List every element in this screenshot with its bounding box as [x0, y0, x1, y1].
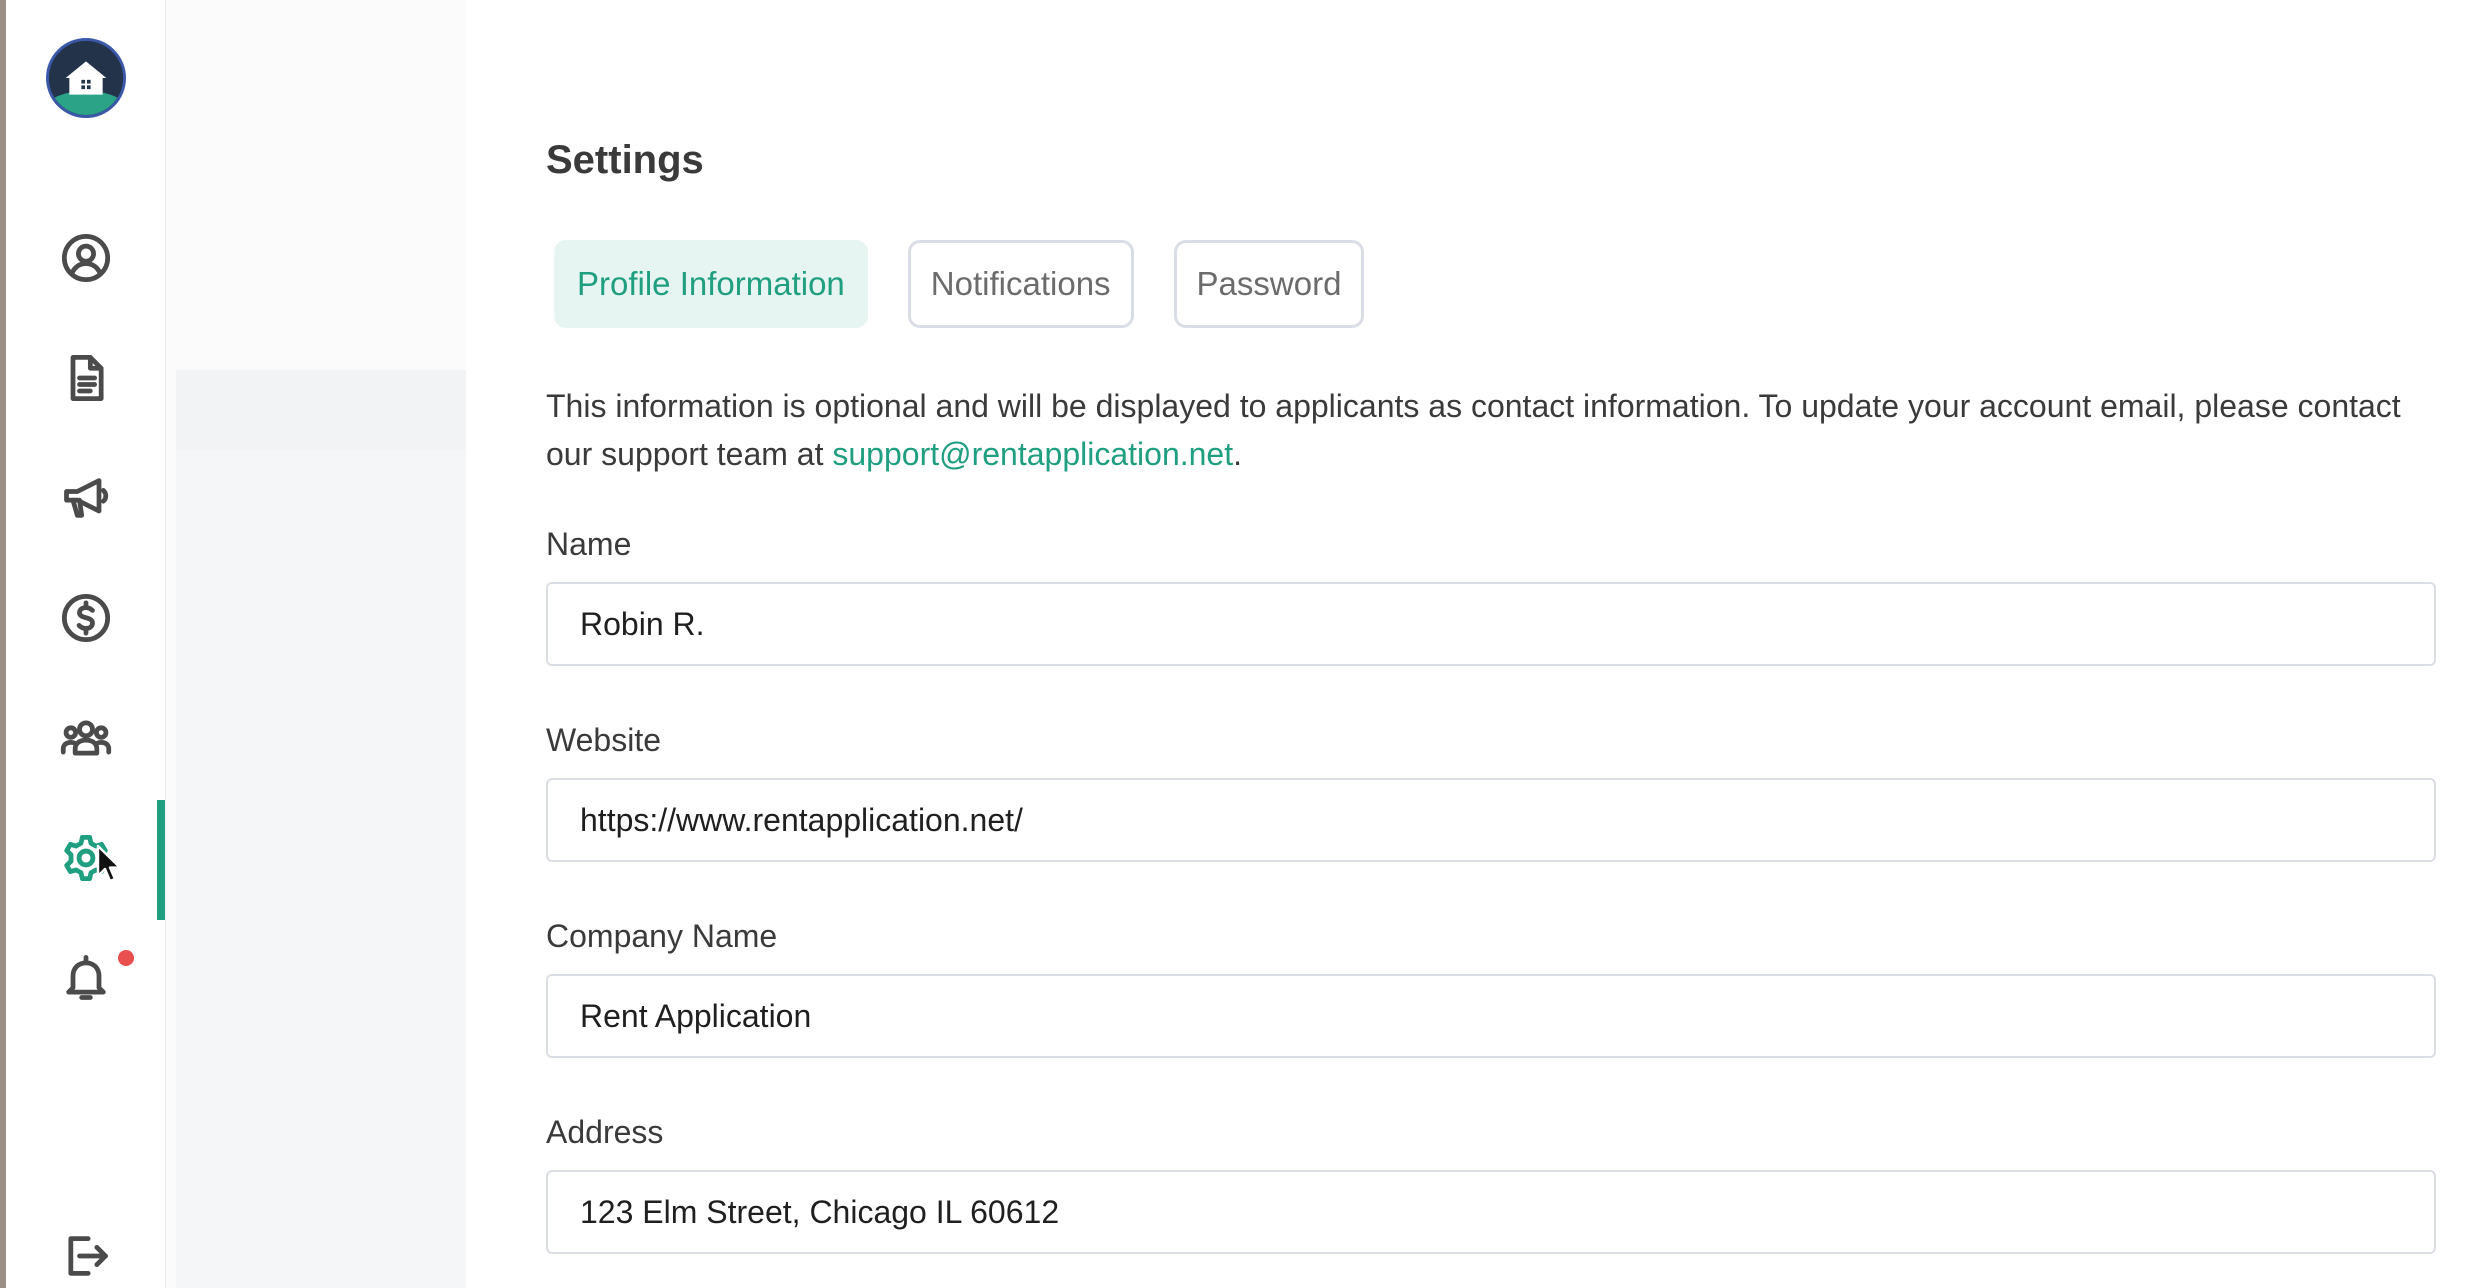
logout-icon: [68, 1236, 108, 1276]
bell-icon: [66, 955, 106, 1000]
secondary-panel-body: [176, 370, 466, 1288]
intro-text: This information is optional and will be…: [546, 382, 2426, 478]
settings-tabs: Profile Information Notifications Passwo…: [554, 240, 1365, 328]
sidebar-nav: [6, 0, 166, 1288]
document-icon: [70, 355, 104, 401]
settings-content: Settings Profile Information Notificatio…: [546, 0, 2446, 1288]
address-input[interactable]: [546, 1170, 2436, 1254]
website-field-group: Website: [546, 722, 2436, 862]
notification-dot: [118, 950, 134, 966]
website-label: Website: [546, 722, 662, 758]
page-title: Settings: [546, 138, 704, 182]
tab-notifications[interactable]: Notifications: [907, 240, 1134, 328]
company-name-label: Company Name: [546, 918, 778, 954]
support-email-link[interactable]: support@rentapplication.net: [832, 436, 1233, 472]
user-circle-icon: [61, 233, 111, 283]
tab-password[interactable]: Password: [1173, 240, 1365, 328]
dollar-circle-icon: [61, 593, 111, 643]
sidebar-item-notifications[interactable]: [6, 928, 166, 1028]
company-name-field-group: Company Name: [546, 918, 2436, 1058]
sidebar-item-applications[interactable]: [6, 328, 166, 428]
tab-profile-information[interactable]: Profile Information: [554, 240, 868, 328]
website-input[interactable]: [546, 778, 2436, 862]
intro-text-after: .: [1233, 436, 1242, 472]
mouse-cursor-icon: [96, 844, 122, 883]
name-field-group: Name: [546, 526, 2436, 666]
sidebar-item-team[interactable]: [6, 688, 166, 788]
megaphone-icon: [64, 478, 109, 518]
active-indicator: [157, 800, 165, 920]
name-input[interactable]: [546, 582, 2436, 666]
address-field-group: Address: [546, 1114, 2436, 1254]
sidebar-item-marketing[interactable]: [6, 448, 166, 548]
secondary-panel-item: [176, 370, 466, 450]
address-label: Address: [546, 1114, 664, 1150]
sidebar-item-settings[interactable]: [6, 808, 166, 908]
intro-text-before: This information is optional and will be…: [546, 388, 2401, 472]
sidebar-item-payments[interactable]: [6, 568, 166, 668]
name-label: Name: [546, 526, 632, 562]
house-logo-icon[interactable]: [46, 38, 126, 118]
logout-button[interactable]: [6, 1206, 166, 1288]
sidebar-item-profile[interactable]: [6, 208, 166, 308]
company-name-input[interactable]: [546, 974, 2436, 1058]
users-group-icon: [60, 720, 112, 756]
